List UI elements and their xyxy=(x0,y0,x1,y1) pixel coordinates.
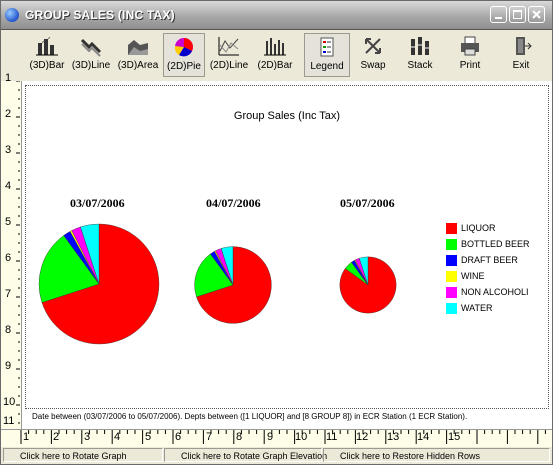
legend-swatch-liquor xyxy=(446,223,457,234)
legend-label: BOTTLED BEER xyxy=(461,239,530,249)
horizontal-ruler-label: 8 xyxy=(236,431,243,443)
vertical-ruler-label: 3 xyxy=(5,144,12,156)
toolbar-exit-label: Exit xyxy=(512,60,530,71)
vertical-ruler-label: 10 xyxy=(3,396,16,408)
toolbar-swap-button[interactable]: Swap xyxy=(355,33,391,77)
chart-title: Group Sales (Inc Tax) xyxy=(233,110,341,122)
restore-hidden-rows-panel[interactable]: Click here to Restore Hidden Rows xyxy=(323,448,550,462)
horizontal-ruler-label: 2 xyxy=(53,431,60,443)
legend-label: WATER xyxy=(461,303,493,313)
horizontal-ruler-label: 1 xyxy=(23,431,30,443)
legend-swatch-water xyxy=(446,303,457,314)
app-icon xyxy=(5,8,19,22)
2d-line-chart-icon xyxy=(218,37,239,56)
horizontal-ruler-label: 5 xyxy=(145,431,152,443)
toolbar-stack-button[interactable]: Stack xyxy=(399,33,441,77)
toolbar-3d-bar-label: (3D)Bar xyxy=(29,60,65,71)
swap-icon xyxy=(365,38,381,54)
legend-swatch-non-alcoholic xyxy=(446,287,457,298)
pie-charts-svg xyxy=(38,223,397,345)
horizontal-ruler-label: 7 xyxy=(206,431,213,443)
chart-frame: Group Sales (Inc Tax) 03/07/2006 04/07/2… xyxy=(25,85,549,409)
vertical-ruler-label: 5 xyxy=(5,216,12,228)
vertical-ruler-label: 8 xyxy=(5,324,12,336)
horizontal-ruler-label: 9 xyxy=(267,431,274,443)
toolbar-3d-area-label: (3D)Area xyxy=(117,60,159,71)
toolbar-2d-line-button[interactable]: (2D)Line xyxy=(208,33,250,77)
legend-swatch-wine xyxy=(446,271,457,282)
vertical-ruler-label: 6 xyxy=(5,252,12,264)
horizontal-ruler-label: 10 xyxy=(295,431,308,443)
rotate-graph-panel[interactable]: Click here to Rotate Graph xyxy=(3,448,163,462)
legend-icon xyxy=(320,37,334,57)
title-bar[interactable]: GROUP SALES (INC TAX) xyxy=(1,1,552,30)
close-button[interactable] xyxy=(528,6,545,23)
toolbar-exit-button[interactable]: Exit xyxy=(503,33,539,77)
legend-label: LIQUOR xyxy=(461,223,496,233)
toolbar-2d-bar-button[interactable]: (2D)Bar xyxy=(254,33,296,77)
legend-label: NON ALCOHOLI xyxy=(461,287,529,297)
toolbar-2d-bar-label: (2D)Bar xyxy=(257,60,293,71)
horizontal-ruler-label: 11 xyxy=(326,431,338,443)
vertical-ruler-label: 11 xyxy=(3,415,15,427)
vertical-ruler-label: 7 xyxy=(5,288,12,300)
minimize-icon xyxy=(495,17,502,19)
toolbar-legend-button[interactable]: Legend xyxy=(304,33,350,77)
maximize-button[interactable] xyxy=(509,6,526,23)
toolbar-legend-label: Legend xyxy=(310,61,344,72)
exit-door-icon xyxy=(516,37,532,55)
legend-swatch-draft-beer xyxy=(446,255,457,266)
horizontal-ruler-label: 13 xyxy=(387,431,400,443)
toolbar-print-button[interactable]: Print xyxy=(451,33,489,77)
rotate-elevation-panel[interactable]: Click here to Rotate Graph Elevation xyxy=(164,448,327,462)
toolbar-2d-pie-label: (2D)Pie xyxy=(167,61,201,72)
legend-swatch-bottled-beer xyxy=(446,239,457,250)
horizontal-ruler-label: 15 xyxy=(448,431,461,443)
legend-label: DRAFT BEER xyxy=(461,255,518,265)
3d-bar-chart-icon xyxy=(36,36,58,56)
horizontal-ruler-label: 4 xyxy=(114,431,121,443)
toolbar-swap-label: Swap xyxy=(360,60,386,71)
vertical-ruler-label: 2 xyxy=(5,108,12,120)
toolbar-3d-area-button[interactable]: (3D)Area xyxy=(116,33,160,77)
toolbar-stack-label: Stack xyxy=(407,60,433,71)
legend-label: WINE xyxy=(461,271,485,281)
vertical-ruler-label: 1 xyxy=(5,72,12,84)
group-sales-window: GROUP SALES (INC TAX) (3D)Bar (3D)Line (… xyxy=(0,0,553,465)
window-title: GROUP SALES (INC TAX) xyxy=(25,8,175,22)
horizontal-ruler-label: 6 xyxy=(175,431,182,443)
vertical-ruler-label: 4 xyxy=(5,180,12,192)
chart-area[interactable]: Group Sales (Inc Tax) 03/07/2006 04/07/2… xyxy=(22,81,552,429)
stack-icon xyxy=(411,37,429,55)
2d-bar-chart-icon xyxy=(264,38,286,56)
toolbar: (3D)Bar (3D)Line (3D)Area (2D)Pie (2D)Li… xyxy=(1,30,552,80)
vertical-ruler: 1 2 3 4 5 6 7 8 9 10 11 xyxy=(1,72,22,430)
horizontal-ruler-label: 12 xyxy=(356,431,369,443)
toolbar-2d-line-label: (2D)Line xyxy=(209,60,249,71)
horizontal-ruler-label: 3 xyxy=(84,431,91,443)
minimize-button[interactable] xyxy=(490,6,507,23)
vertical-ruler-label: 9 xyxy=(5,360,12,372)
printer-icon xyxy=(461,36,479,56)
maximize-icon xyxy=(513,10,522,19)
close-icon xyxy=(532,10,541,19)
toolbar-3d-line-label: (3D)Line xyxy=(71,60,111,71)
status-bar: Click here to Rotate Graph Click here to… xyxy=(1,447,552,464)
toolbar-2d-pie-button[interactable]: (2D)Pie xyxy=(163,33,205,77)
horizontal-ruler-label: 14 xyxy=(417,431,430,443)
toolbar-3d-bar-button[interactable]: (3D)Bar xyxy=(29,33,65,77)
toolbar-print-label: Print xyxy=(459,60,481,71)
2d-pie-chart-icon xyxy=(174,38,193,57)
toolbar-3d-line-button[interactable]: (3D)Line xyxy=(71,33,111,77)
filter-description: Date between (03/07/2006 to 05/07/2006).… xyxy=(32,412,468,421)
3d-area-chart-icon xyxy=(128,40,148,55)
3d-line-chart-icon xyxy=(80,38,102,57)
horizontal-ruler: 1 2 3 4 5 6 7 8 9 10 11 12 13 14 15 xyxy=(1,429,552,448)
